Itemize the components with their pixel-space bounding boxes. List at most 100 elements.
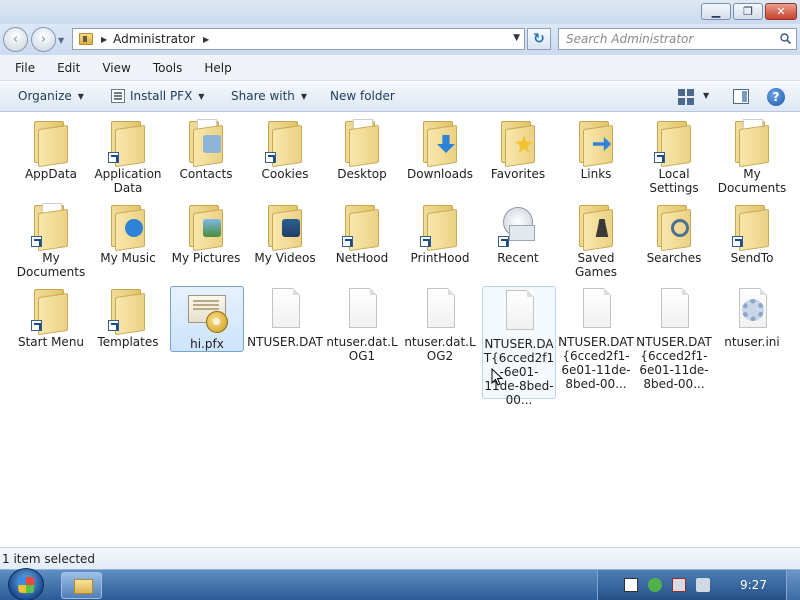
address-history-dropdown-icon[interactable]: ▼ — [513, 33, 520, 43]
file-item[interactable]: My Documents — [714, 117, 790, 195]
file-item[interactable]: Saved Games — [558, 201, 634, 279]
folder-shortcut-icon — [649, 117, 699, 168]
file-item[interactable]: NetHood — [324, 201, 400, 265]
view-options-dropdown[interactable]: ▼ — [703, 91, 709, 100]
chevron-down-icon: ▼ — [77, 91, 84, 101]
organize-button[interactable]: Organize ▼ — [18, 89, 84, 103]
breadcrumb-chevron-icon[interactable]: ▶ — [101, 35, 107, 44]
maximize-icon: ❐ — [743, 5, 753, 18]
new-folder-button[interactable]: New folder — [330, 89, 395, 103]
minimize-button[interactable]: ▁ — [701, 3, 731, 20]
file-item[interactable]: NTUSER.DAT — [247, 285, 323, 349]
downloads-folder-icon — [415, 117, 465, 168]
pictures-folder-icon — [181, 201, 231, 252]
recent-pages-dropdown[interactable]: ▼ — [58, 36, 64, 45]
network-status-icon[interactable] — [672, 578, 686, 592]
file-name: SendTo — [730, 251, 774, 265]
file-item[interactable]: Local Settings — [636, 117, 712, 195]
close-icon: ✕ — [776, 5, 786, 18]
file-item[interactable]: NTUSER.DAT{6cced2f1-6e01-11de-8bed-00... — [558, 285, 634, 391]
status-bar: 1 item selected — [0, 547, 800, 569]
recent-shortcut-icon — [493, 201, 543, 251]
file-name: Cookies — [261, 167, 309, 181]
mouse-pointer-icon — [491, 368, 503, 386]
file-item[interactable]: AppData — [13, 117, 89, 181]
file-name: Desktop — [337, 167, 387, 181]
file-item[interactable]: My Documents — [13, 201, 89, 279]
action-center-icon[interactable] — [624, 578, 638, 592]
file-item[interactable]: ntuser.dat.LOG2 — [402, 285, 478, 363]
file-item[interactable]: Recent — [480, 201, 556, 265]
network-icon[interactable] — [648, 578, 662, 592]
file-name: My Pictures — [171, 251, 241, 265]
file-name: Links — [580, 167, 612, 181]
forward-button[interactable]: › — [31, 27, 56, 52]
change-view-icon[interactable] — [678, 89, 694, 105]
file-name: Application Data — [94, 167, 162, 195]
maximize-button[interactable]: ❐ — [733, 3, 763, 20]
back-button[interactable]: ‹ — [3, 27, 28, 52]
menu-file[interactable]: File — [11, 59, 39, 77]
file-item[interactable]: Start Menu — [13, 285, 89, 349]
file-name: Saved Games — [575, 251, 617, 279]
file-item[interactable]: PrintHood — [402, 201, 478, 265]
menu-help[interactable]: Help — [200, 59, 235, 77]
volume-muted-icon[interactable] — [696, 578, 710, 592]
address-bar[interactable]: ▶ Administrator ▶ ▼ — [72, 28, 525, 50]
clock[interactable]: 9:27 — [740, 578, 767, 592]
menu-edit[interactable]: Edit — [53, 59, 84, 77]
file-item[interactable]: My Pictures — [168, 201, 244, 265]
folder-shortcut-icon — [415, 201, 465, 252]
file-name: hi.pfx — [190, 337, 224, 351]
preview-pane-icon[interactable] — [733, 89, 749, 104]
folder-shortcut-icon — [103, 117, 153, 168]
file-item[interactable]: My Videos — [247, 201, 323, 265]
share-with-button[interactable]: Share with ▼ — [231, 89, 307, 103]
start-button[interactable] — [8, 568, 44, 600]
file-item[interactable]: ntuser.dat.LOG1 — [324, 285, 400, 363]
file-icon — [494, 287, 544, 337]
taskbar: 9:27 — [0, 568, 800, 600]
file-name: NTUSER.DAT{6cced2f1-6e01-11de-8bed-00... — [558, 335, 634, 391]
install-pfx-button[interactable]: Install PFX ▼ — [111, 89, 204, 103]
file-name: NetHood — [335, 251, 389, 265]
breadcrumb-chevron-icon[interactable]: ▶ — [203, 35, 209, 44]
file-name: AppData — [24, 167, 78, 181]
videos-folder-icon — [260, 201, 310, 252]
file-item[interactable]: My Music — [90, 201, 166, 265]
folder-shortcut-icon — [260, 117, 310, 168]
menu-view[interactable]: View — [98, 59, 134, 77]
folder-shortcut-icon — [26, 285, 76, 336]
search-icon[interactable] — [780, 33, 791, 44]
file-name: Start Menu — [17, 335, 85, 349]
file-item[interactable]: Templates — [90, 285, 166, 349]
file-item[interactable]: Application Data — [90, 117, 166, 195]
file-item[interactable]: Desktop — [324, 117, 400, 181]
file-item[interactable]: Searches — [636, 201, 712, 265]
file-item[interactable]: Links — [558, 117, 634, 181]
breadcrumb-administrator[interactable]: Administrator — [113, 32, 195, 46]
file-item[interactable]: Contacts — [168, 117, 244, 181]
close-button[interactable]: ✕ — [765, 3, 797, 20]
show-desktop-button[interactable] — [786, 570, 800, 600]
file-item[interactable]: SendTo — [714, 201, 790, 265]
taskbar-explorer-button[interactable] — [61, 572, 102, 599]
file-item[interactable]: Favorites — [480, 117, 556, 181]
refresh-button[interactable]: ↻ — [527, 28, 551, 50]
file-item[interactable]: NTUSER.DAT{6cced2f1-6e01-11de-8bed-00... — [636, 285, 712, 391]
search-input[interactable]: Search Administrator — [558, 28, 797, 50]
file-item[interactable]: ntuser.ini — [714, 285, 790, 349]
file-name: Downloads — [407, 167, 473, 181]
search-placeholder: Search Administrator — [566, 32, 694, 46]
file-item-selected[interactable]: hi.pfx — [170, 286, 244, 352]
searches-folder-icon — [649, 201, 699, 252]
forward-arrow-icon: › — [40, 32, 47, 47]
file-name: ntuser.dat.LOG1 — [326, 335, 398, 363]
contacts-folder-icon — [181, 117, 231, 168]
menu-tools[interactable]: Tools — [149, 59, 187, 77]
file-item[interactable]: Cookies — [247, 117, 323, 181]
file-item[interactable]: Downloads — [402, 117, 478, 181]
organize-label: Organize — [18, 89, 72, 103]
folder-shortcut-icon — [337, 201, 387, 252]
help-icon[interactable]: ? — [767, 88, 785, 106]
